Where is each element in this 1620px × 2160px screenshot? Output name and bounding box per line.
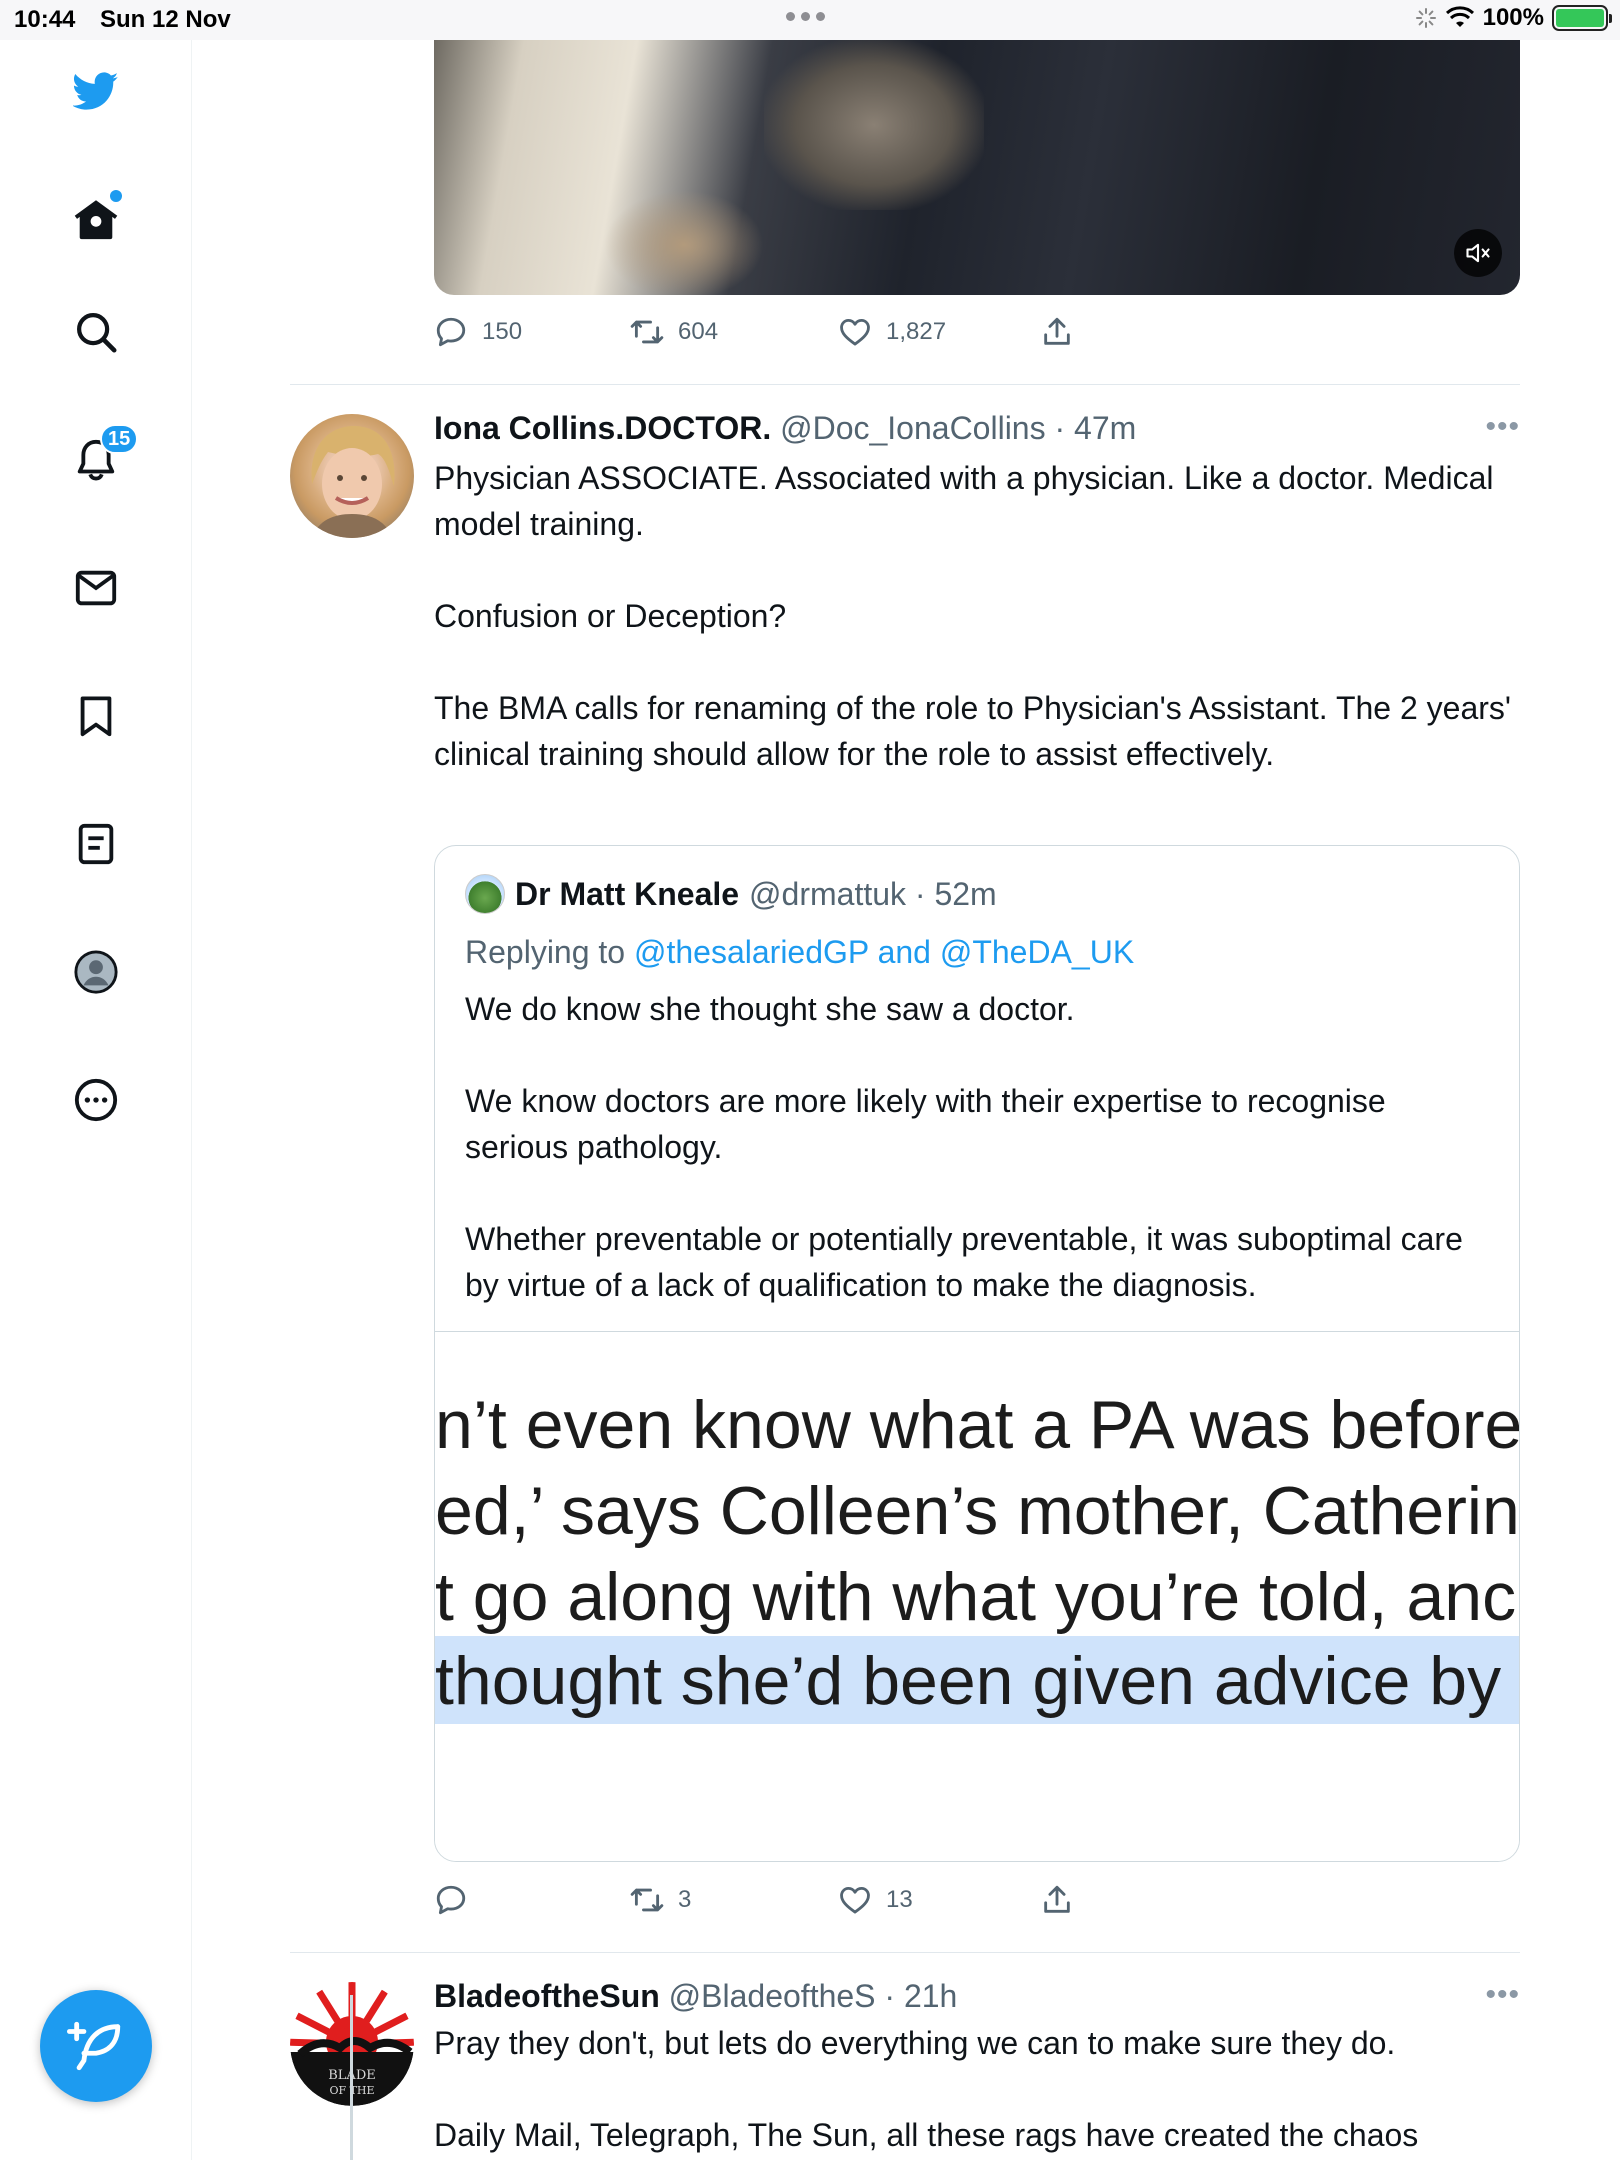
share-icon [1044,1885,1070,1913]
author-avatar[interactable] [290,414,414,538]
share-button[interactable] [1040,315,1074,349]
tweet-paragraph: The BMA calls for renaming of the role t… [434,690,1512,772]
home-icon[interactable] [66,190,126,250]
compose-feather-icon [67,2021,121,2071]
tweet-text: Physician ASSOCIATE. Associated with a p… [434,455,1514,777]
like-button[interactable]: 1,827 [838,315,946,349]
tweet-paragraph: Daily Mail, Telegraph, The Sun, all thes… [434,2117,1419,2153]
reply-button[interactable]: 150 [434,315,522,349]
more-options-icon[interactable] [66,1070,126,1130]
replying-to-line: Replying to @thesalariedGP and @TheDA_UK [465,934,1134,971]
heart-icon [840,1886,870,1914]
share-button[interactable] [1040,1883,1074,1917]
retweet-icon [630,1888,664,1912]
quoted-author-handle: @drmattuk [749,875,907,912]
tweet-divider [290,384,1520,385]
retweet-icon [630,320,664,344]
thread-connector-line [350,1995,353,2160]
like-button[interactable]: 13 [838,1883,913,1917]
mute-button[interactable] [1454,229,1502,277]
sidebar-nav: 15 [0,40,192,2160]
status-bar: 10:44 Sun 12 Nov 100% [0,0,1620,40]
speaker-muted-icon [1466,243,1490,263]
like-count: 13 [886,1886,913,1913]
tweet-paragraph: Confusion or Deception? [434,598,787,634]
profile-avatar-icon[interactable] [66,942,126,1002]
notification-count-badge: 15 [100,424,139,454]
quoted-tweet-image[interactable]: n’t even know what a PA was before ed,’ … [435,1331,1520,1861]
image-text-line: n’t even know what a PA was before [435,1387,1520,1463]
bookmark-icon[interactable] [66,686,126,746]
image-text-line: thought she’d been given advice by [435,1643,1502,1719]
quoted-tweet-card[interactable]: Dr Matt Kneale @drmattuk · 52m Replying … [434,845,1520,1862]
status-indicators: 100% [1415,4,1612,32]
quoted-tweet-header: Dr Matt Kneale @drmattuk · 52m [465,874,997,914]
tweet-divider [290,1952,1520,1953]
prev-tweet-actions: 150 604 1,827 [434,315,1094,355]
replying-to-prefix: Replying to [465,934,626,970]
tweet-paragraph: Physician ASSOCIATE. Associated with a p… [434,460,1494,542]
image-text-line: ed,’ says Colleen’s mother, Catherin [435,1473,1520,1549]
twitter-bird-icon[interactable] [66,61,126,121]
share-icon [1044,317,1070,345]
status-date: Sun 12 Nov [100,6,231,33]
quoted-tweet-text: We do know she thought she saw a doctor.… [465,986,1495,1308]
tweet-header: BladeoftheSun @BladeoftheS · 21h [434,1978,958,2014]
quoted-paragraph: We know doctors are more likely with the… [465,1083,1386,1165]
author-name[interactable]: BladeoftheSun [434,1978,660,2014]
like-count: 1,827 [886,318,947,345]
quoted-author-avatar [465,874,505,914]
retweet-button[interactable]: 604 [630,315,718,349]
wifi-icon [1445,6,1474,27]
replying-to-users-link[interactable]: @thesalariedGP and @TheDA_UK [634,934,1134,970]
heart-icon [840,318,870,346]
quoted-author-name: Dr Matt Kneale [515,875,740,912]
reply-icon [436,317,466,347]
tweet-actions: 3 13 [434,1883,1094,1923]
tweet-text: Pray they don't, but lets do everything … [434,2020,1514,2158]
tweet-more-icon[interactable]: ••• [1485,1978,1520,2012]
reply-button[interactable] [434,1883,468,1917]
tweet-more-icon[interactable]: ••• [1485,410,1520,444]
notifications-bell-icon[interactable]: 15 [66,424,139,490]
author-handle[interactable]: @BladeoftheS [669,1978,876,2014]
messages-mail-icon[interactable] [66,558,126,618]
video-thumbnail[interactable] [434,40,1520,295]
activity-spinner-icon [1415,8,1436,28]
quoted-paragraph: We do know she thought she saw a doctor. [465,991,1075,1027]
compose-tweet-button[interactable] [40,1990,152,2102]
multitask-dots-icon[interactable] [786,12,825,21]
reply-count: 150 [482,318,523,345]
author-handle[interactable]: @Doc_IonaCollins [780,410,1046,446]
quoted-tweet-time: 52m [934,875,997,912]
quoted-paragraph: Whether preventable or potentially preve… [465,1221,1463,1303]
home-unread-dot [110,190,122,202]
tweet-paragraph: Pray they don't, but lets do everything … [434,2025,1396,2061]
retweet-count: 3 [678,1886,692,1913]
retweet-count: 604 [678,318,719,345]
search-icon[interactable] [66,302,126,362]
battery-icon [1552,5,1612,31]
image-text-line: t go along with what you’re told, anc [435,1559,1517,1635]
status-time: 10:44 [14,6,76,33]
author-name[interactable]: Iona Collins.DOCTOR. [434,410,771,446]
tweet-time[interactable]: 21h [904,1978,957,2014]
lists-icon[interactable] [66,814,126,874]
retweet-button[interactable]: 3 [630,1883,691,1917]
tweet-header: Iona Collins.DOCTOR. @Doc_IonaCollins · … [434,410,1137,446]
battery-percent: 100% [1482,4,1544,31]
tweet-time[interactable]: 47m [1074,410,1136,446]
reply-icon [436,1885,466,1915]
